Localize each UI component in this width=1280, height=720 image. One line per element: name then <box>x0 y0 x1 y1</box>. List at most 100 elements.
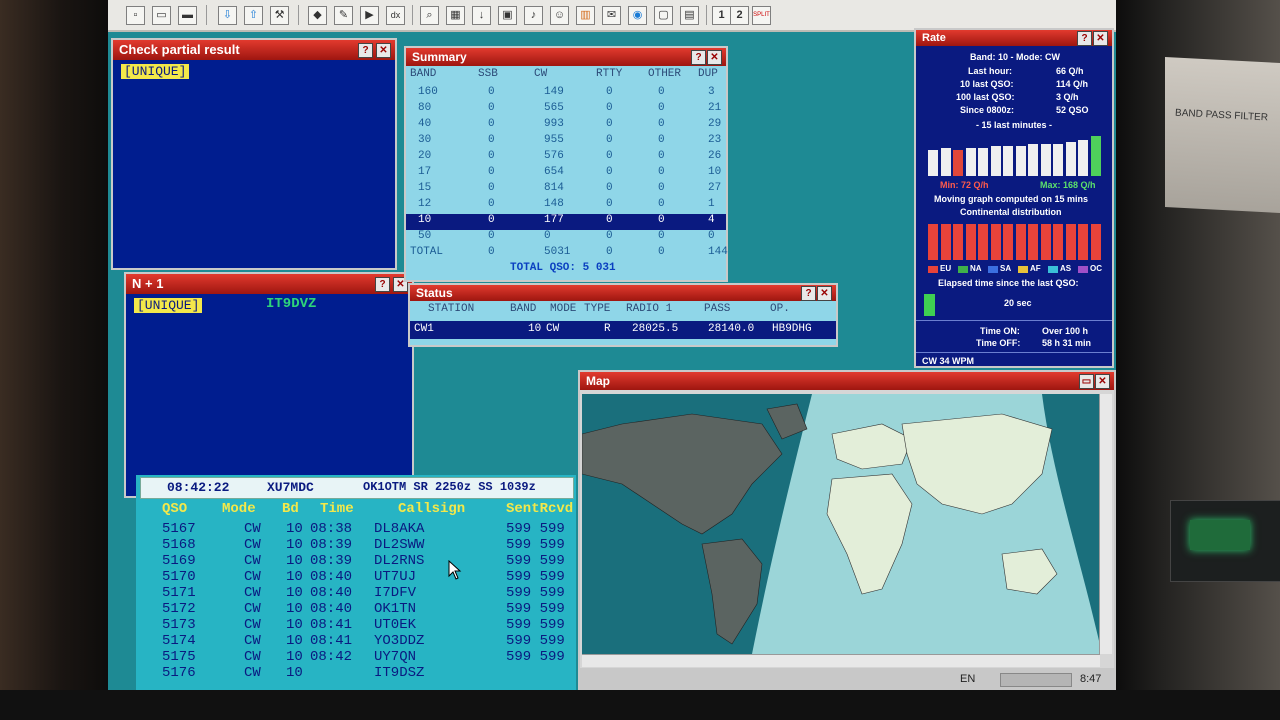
play-icon[interactable]: ▶ <box>360 6 379 25</box>
status-titlebar[interactable]: Status ? ✕ <box>410 285 836 301</box>
log-row[interactable]: 5172 CW 10 08:40 OK1TN 599 599 <box>136 601 576 617</box>
n-plus-one-window: N + 1 ? ✕ [UNIQUE] IT9DVZ <box>124 272 414 498</box>
log-cell-band: 10 <box>286 521 303 537</box>
summary-cell: 30 <box>418 134 432 146</box>
summary-cell: 0 <box>658 86 665 98</box>
log-cell-rst: 599 599 <box>506 601 565 617</box>
summary-row[interactable]: 40 0 993 0 0 29 <box>406 118 726 134</box>
zoom-icon[interactable]: ⌕ <box>420 6 439 25</box>
summary-row[interactable]: 80 0 565 0 0 21 <box>406 102 726 118</box>
tools-icon[interactable]: ⚒ <box>270 6 289 25</box>
status-row[interactable]: CW1 10 CW R 28025.5 28140.0 HB9DHG <box>410 321 836 339</box>
summary-cell: 20 <box>418 150 432 162</box>
summary-row[interactable]: 12 0 148 0 0 1 <box>406 198 726 214</box>
close-icon[interactable]: ✕ <box>376 43 391 58</box>
chart-icon[interactable]: ▥ <box>576 6 595 25</box>
summary-row[interactable]: 30 0 955 0 0 23 <box>406 134 726 150</box>
rate-line-label: 100 last QSO: <box>956 92 1015 102</box>
summary-header-cell: SSB <box>478 68 498 80</box>
help-icon[interactable]: ? <box>358 43 373 58</box>
language-indicator[interactable]: EN <box>960 673 975 685</box>
bell-icon[interactable]: ♪ <box>524 6 543 25</box>
summary-row[interactable]: 10 0 177 0 0 4 <box>406 214 726 230</box>
log-cell-rst: 599 599 <box>506 649 565 665</box>
minimize-icon[interactable]: ▭ <box>1079 374 1094 389</box>
arrow-down-icon[interactable]: ⇩ <box>218 6 237 25</box>
globe-icon[interactable]: ◉ <box>628 6 647 25</box>
log-row[interactable]: 5175 CW 10 08:42 UY7QN 599 599 <box>136 649 576 665</box>
summary-cell: 993 <box>544 118 564 130</box>
log-row[interactable]: 5167 CW 10 08:38 DL8AKA 599 599 <box>136 521 576 537</box>
log-row[interactable]: 5176 CW 10 IT9DSZ <box>136 665 576 681</box>
log-entry-line[interactable]: 08:42:22 XU7MDC OK1OTM SR 2250z SS 1039z <box>140 477 574 499</box>
close-icon[interactable]: ✕ <box>817 286 832 301</box>
close-icon[interactable]: ✕ <box>1095 374 1110 389</box>
log-row[interactable]: 5168 CW 10 08:39 DL2SWW 599 599 <box>136 537 576 553</box>
time-on-label: Time ON: <box>980 326 1020 336</box>
arrow-up-icon[interactable]: ⇧ <box>244 6 263 25</box>
summary-cell: 40 <box>418 118 432 130</box>
map-titlebar[interactable]: Map ▭ ✕ <box>580 372 1114 390</box>
summary-row[interactable]: 17 0 654 0 0 10 <box>406 166 726 182</box>
log-row[interactable]: 5170 CW 10 08:40 UT7UJ 599 599 <box>136 569 576 585</box>
summary-titlebar[interactable]: Summary ? ✕ <box>406 48 726 66</box>
new-icon[interactable]: ▫ <box>126 6 145 25</box>
log-cell-mode: CW <box>244 585 261 601</box>
help-icon[interactable]: ? <box>801 286 816 301</box>
log-current-time: 08:42:22 <box>167 480 230 495</box>
download-icon[interactable]: ↓ <box>472 6 491 25</box>
map-scrollbar-vertical[interactable] <box>1099 394 1112 654</box>
log-cell-qso: 5174 <box>162 633 196 649</box>
help-icon[interactable]: ? <box>691 50 706 65</box>
rate-titlebar[interactable]: Rate ? ✕ <box>916 30 1112 46</box>
grid-icon[interactable]: ▦ <box>446 6 465 25</box>
split-icon[interactable]: SPLIT <box>752 6 771 25</box>
summary-cell: 0 <box>708 230 715 242</box>
radio-two-icon[interactable]: 2 <box>730 6 749 25</box>
clock: 8:47 <box>1080 673 1102 685</box>
summary-row[interactable]: 20 0 576 0 0 26 <box>406 150 726 166</box>
summary-cell: 0 <box>606 86 613 98</box>
n-plus-one-titlebar[interactable]: N + 1 ? ✕ <box>126 274 412 294</box>
map-scrollbar-horizontal[interactable] <box>582 654 1100 667</box>
close-icon[interactable]: ✕ <box>1093 31 1108 46</box>
summary-header-row: BAND SSB CW RTTY OTHER DUP <box>406 68 726 84</box>
log-row[interactable]: 5174 CW 10 08:41 YO3DDZ 599 599 <box>136 633 576 649</box>
tag-icon[interactable]: ◆ <box>308 6 327 25</box>
summary-cell: 0 <box>606 118 613 130</box>
log-cell-time: 08:42 <box>310 649 353 665</box>
rate-bar <box>1015 146 1026 176</box>
world-map[interactable] <box>582 394 1100 654</box>
summary-row[interactable]: 50 0 0 0 0 0 <box>406 230 726 246</box>
folder-icon[interactable]: ▬ <box>178 6 197 25</box>
monitor-icon[interactable]: ▢ <box>654 6 673 25</box>
n-plus-one-callsign: IT9DVZ <box>266 296 317 312</box>
toolbar-separator <box>706 5 707 25</box>
close-icon[interactable]: ✕ <box>707 50 722 65</box>
open-icon[interactable]: ▭ <box>152 6 171 25</box>
status-header-cell: RADIO 1 <box>626 303 673 315</box>
continental-bar <box>1053 224 1063 260</box>
check-partial-titlebar[interactable]: Check partial result ? ✕ <box>113 40 395 60</box>
tray-icons[interactable] <box>1000 673 1072 687</box>
continental-bar <box>1078 224 1088 260</box>
envelope-icon[interactable]: ✉ <box>602 6 621 25</box>
summary-title: Summary <box>412 50 467 64</box>
person-icon[interactable]: ☺ <box>550 6 569 25</box>
clipboard-icon[interactable]: ▤ <box>680 6 699 25</box>
rate-line-value: 52 QSO <box>1056 105 1089 115</box>
log-row[interactable]: 5169 CW 10 08:39 DL2RNS 599 599 <box>136 553 576 569</box>
dx-icon[interactable]: dx <box>386 6 405 25</box>
summary-row[interactable]: 15 0 814 0 0 27 <box>406 182 726 198</box>
note-icon[interactable]: ✎ <box>334 6 353 25</box>
log-row[interactable]: 5171 CW 10 08:40 I7DFV 599 599 <box>136 585 576 601</box>
summary-row[interactable]: 160 0 149 0 0 3 <box>406 86 726 102</box>
help-icon[interactable]: ? <box>375 277 390 292</box>
help-icon[interactable]: ? <box>1077 31 1092 46</box>
chat-icon[interactable]: ▣ <box>498 6 517 25</box>
elapsed-indicator <box>924 294 935 316</box>
radio-one-icon[interactable]: 1 <box>712 6 731 25</box>
log-row[interactable]: 5173 CW 10 08:41 UT0EK 599 599 <box>136 617 576 633</box>
summary-cell: 565 <box>544 102 564 114</box>
log-cell-call: I7DFV <box>374 585 417 601</box>
